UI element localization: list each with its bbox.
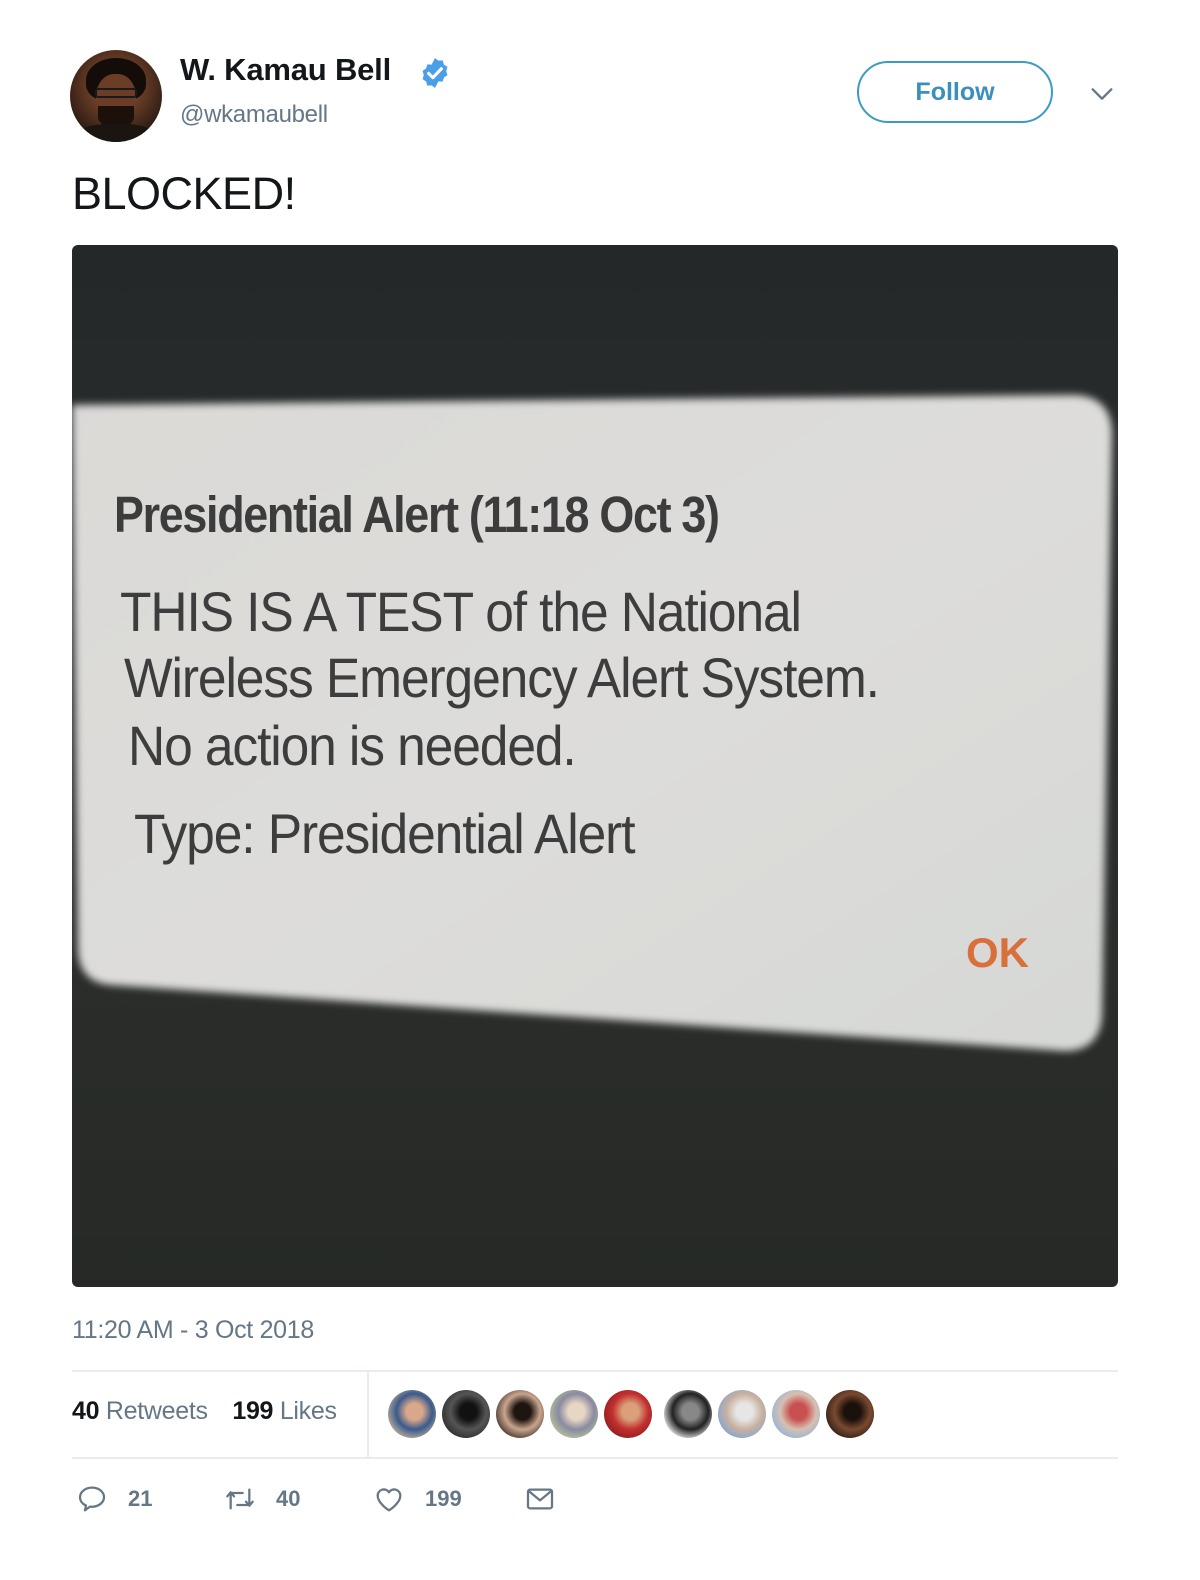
likes-count: 199 — [232, 1397, 274, 1425]
tweet-photo[interactable]: Presidential Alert (11:18 Oct 3) THIS IS… — [72, 245, 1118, 1287]
divider — [72, 1370, 1118, 1372]
alert-type: Type: Presidential Alert — [134, 802, 636, 865]
likes-label: Likes — [279, 1397, 337, 1425]
author-avatar[interactable] — [70, 50, 162, 142]
like-count: 199 — [425, 1486, 462, 1511]
liker-avatar[interactable] — [442, 1390, 490, 1438]
liker-avatar[interactable] — [388, 1390, 436, 1438]
avatar-shirt — [76, 124, 156, 142]
divider — [72, 1457, 1118, 1459]
retweets-count: 40 — [72, 1397, 100, 1425]
envelope-icon — [526, 1488, 554, 1510]
retweet-button[interactable]: 40 — [224, 1483, 300, 1515]
verified-badge-icon — [422, 58, 448, 88]
avatar-glasses — [95, 88, 137, 98]
retweets-label: Retweets — [105, 1397, 208, 1425]
author-display-name[interactable]: W. Kamau Bell — [180, 52, 391, 88]
follow-button[interactable]: Follow — [857, 61, 1053, 123]
liker-avatar[interactable] — [772, 1390, 820, 1438]
author-handle[interactable]: @wkamaubell — [180, 101, 328, 129]
tweet-text: BLOCKED! — [72, 168, 296, 219]
chevron-down-icon[interactable] — [1088, 80, 1116, 108]
alert-body-line: THIS IS A TEST of the National — [120, 580, 802, 643]
retweets-stat[interactable]: 40 Retweets — [72, 1397, 208, 1425]
liker-avatar[interactable] — [826, 1390, 874, 1438]
heart-icon — [376, 1488, 402, 1512]
reply-count: 21 — [128, 1486, 153, 1511]
alert-body-line: No action is needed. — [128, 714, 577, 777]
like-button[interactable]: 199 — [373, 1483, 462, 1515]
retweet-icon — [226, 1488, 254, 1510]
liker-avatar[interactable] — [604, 1390, 652, 1438]
liker-avatar[interactable] — [664, 1390, 712, 1438]
liker-avatar[interactable] — [718, 1390, 766, 1438]
liker-avatars — [388, 1390, 880, 1438]
alert-ok-button: OK — [966, 929, 1029, 976]
liker-avatar[interactable] — [496, 1390, 544, 1438]
reply-button[interactable]: 21 — [76, 1483, 152, 1515]
tweet-stats: 40 Retweets 199 Likes — [72, 1397, 337, 1426]
retweet-count: 40 — [276, 1486, 301, 1511]
direct-message-button[interactable] — [524, 1483, 556, 1515]
vertical-separator — [367, 1372, 369, 1457]
alert-title: Presidential Alert (11:18 Oct 3) — [114, 486, 720, 543]
reply-icon — [78, 1486, 106, 1512]
likes-stat[interactable]: 199 Likes — [232, 1397, 337, 1425]
liker-avatar[interactable] — [550, 1390, 598, 1438]
tweet-timestamp[interactable]: 11:20 AM - 3 Oct 2018 — [72, 1316, 314, 1345]
alert-body-line: Wireless Emergency Alert System. — [124, 646, 880, 709]
